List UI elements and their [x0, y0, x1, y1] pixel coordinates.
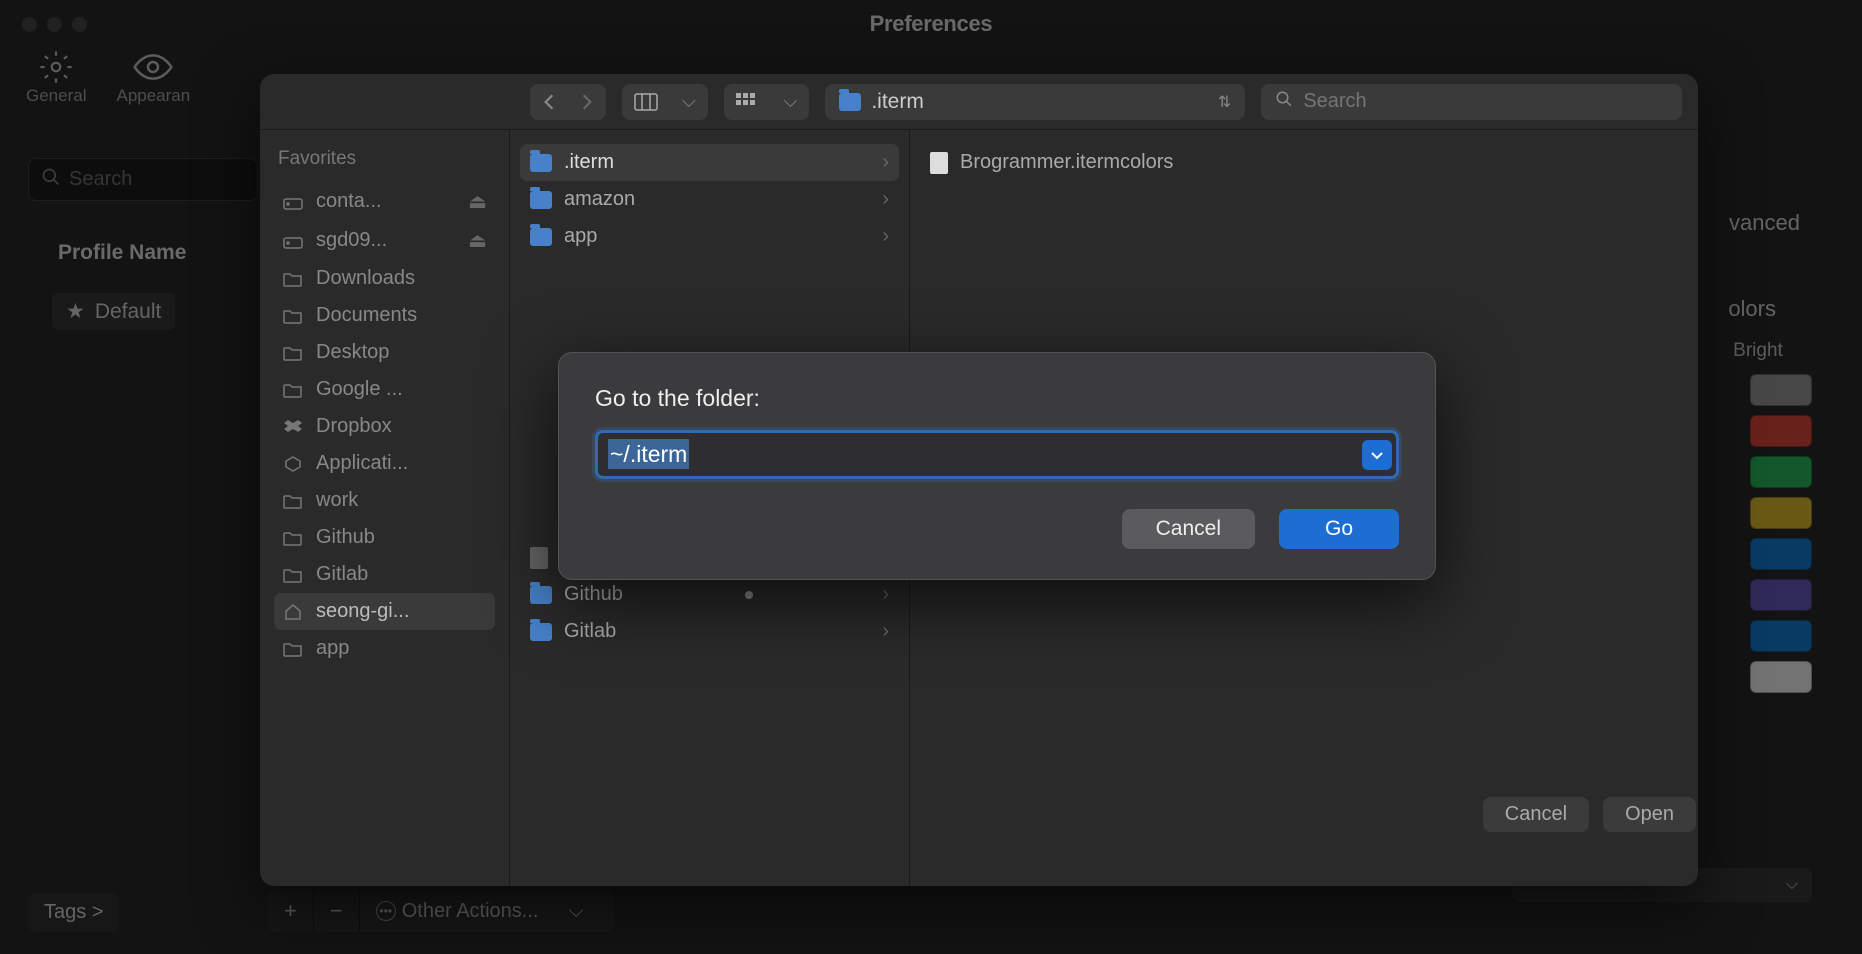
file-row[interactable]: app ›	[520, 218, 899, 255]
chevron-right-icon: ›	[882, 225, 889, 248]
chevron-down-icon: ⌵	[772, 85, 810, 118]
back-button[interactable]	[530, 87, 568, 117]
home-icon	[282, 602, 304, 622]
sidebar-favorite[interactable]: seong-gi...	[274, 593, 495, 630]
favorite-label: Gitlab	[316, 563, 368, 586]
sidebar-favorite[interactable]: Google ...	[274, 371, 495, 408]
favorite-label: conta...	[316, 190, 382, 213]
path-label: .iterm	[871, 90, 924, 114]
forward-button[interactable]	[568, 87, 606, 117]
favorite-label: Github	[316, 526, 375, 549]
goto-input-value[interactable]: ~/.iterm	[608, 439, 689, 469]
folder-icon	[282, 380, 304, 400]
favorites-header: Favorites	[274, 148, 495, 170]
apps-icon	[282, 454, 304, 474]
sidebar-favorite[interactable]: Dropbox	[274, 408, 495, 445]
eject-icon[interactable]: ⏏	[468, 189, 487, 214]
folder-icon	[282, 639, 304, 659]
folder-icon	[282, 528, 304, 548]
file-browser-search[interactable]	[1261, 84, 1682, 120]
file-search-input[interactable]	[1303, 90, 1668, 113]
file-row[interactable]: Brogrammer.itermcolors	[920, 144, 1688, 181]
goto-go-button[interactable]: Go	[1279, 509, 1399, 549]
file-row-label: Brogrammer.itermcolors	[960, 151, 1173, 174]
file-row[interactable]: .iterm ›	[520, 144, 899, 181]
folder-icon	[530, 586, 552, 604]
file-icon	[930, 152, 948, 174]
view-mode[interactable]: ⌵	[622, 84, 708, 120]
chevron-right-icon: ›	[882, 583, 889, 606]
favorite-label: sgd09...	[316, 229, 387, 252]
favorite-label: Dropbox	[316, 415, 392, 438]
sidebar-favorite[interactable]: app	[274, 630, 495, 667]
sidebar-favorite[interactable]: sgd09... ⏏	[274, 221, 495, 260]
chevron-right-icon: ›	[882, 620, 889, 643]
sidebar-favorite[interactable]: Gitlab	[274, 556, 495, 593]
sidebar-favorite[interactable]: Desktop	[274, 334, 495, 371]
favorite-label: Applicati...	[316, 452, 408, 475]
file-row-label: Github	[564, 583, 623, 606]
file-icon	[530, 547, 548, 569]
group-mode[interactable]: ⌵	[724, 84, 810, 120]
sidebar-favorite[interactable]: Github	[274, 519, 495, 556]
grid-icon	[724, 87, 772, 117]
chevron-right-icon: ›	[882, 151, 889, 174]
file-row-label: Gitlab	[564, 620, 616, 643]
sidebar-favorite[interactable]: Downloads	[274, 260, 495, 297]
file-row-label: amazon	[564, 188, 635, 211]
folder-icon	[282, 269, 304, 289]
favorite-label: Google ...	[316, 378, 403, 401]
file-dialog-buttons: Cancel Open	[1483, 797, 1696, 832]
folder-icon	[530, 191, 552, 209]
file-row-label: app	[564, 225, 597, 248]
file-row[interactable]: Gitlab ›	[520, 613, 899, 650]
file-row[interactable]: amazon ›	[520, 181, 899, 218]
file-browser-sidebar: Favorites conta... ⏏ sgd09... ⏏ Downloads Doc…	[260, 130, 510, 886]
favorite-label: app	[316, 637, 349, 660]
folder-icon	[282, 565, 304, 585]
folder-icon	[530, 154, 552, 172]
sidebar-favorite[interactable]: work	[274, 482, 495, 519]
folder-icon	[282, 491, 304, 511]
eject-icon[interactable]: ⏏	[468, 228, 487, 253]
goto-history-button[interactable]	[1362, 440, 1392, 470]
file-row[interactable]: Github ›	[520, 576, 899, 613]
updown-icon: ⇅	[1218, 92, 1231, 112]
goto-label: Go to the folder:	[595, 385, 1399, 412]
folder-icon	[839, 93, 861, 111]
file-browser-toolbar: ⌵ ⌵ .iterm ⇅	[260, 74, 1698, 130]
goto-buttons: Cancel Go	[595, 509, 1399, 549]
favorite-label: Desktop	[316, 341, 389, 364]
folder-icon	[282, 343, 304, 363]
favorite-label: Downloads	[316, 267, 415, 290]
path-selector[interactable]: .iterm ⇅	[825, 84, 1245, 120]
favorite-label: seong-gi...	[316, 600, 409, 623]
goto-cancel-button[interactable]: Cancel	[1122, 509, 1255, 549]
chevron-down-icon: ⌵	[670, 85, 708, 118]
file-row-label: .iterm	[564, 151, 614, 174]
favorite-label: Documents	[316, 304, 417, 327]
folder-icon	[530, 228, 552, 246]
drive-icon	[282, 192, 304, 212]
sidebar-favorite[interactable]: Applicati...	[274, 445, 495, 482]
folder-icon	[530, 623, 552, 641]
columns-view-icon	[622, 87, 670, 117]
goto-input-wrap[interactable]: ~/.iterm	[595, 430, 1399, 479]
search-icon	[1275, 90, 1293, 113]
sidebar-favorite[interactable]: conta... ⏏	[274, 182, 495, 221]
file-cancel-button[interactable]: Cancel	[1483, 797, 1589, 832]
drive-icon	[282, 231, 304, 251]
favorite-label: work	[316, 489, 358, 512]
file-open-button[interactable]: Open	[1603, 797, 1696, 832]
chevron-right-icon: ›	[882, 188, 889, 211]
nav-buttons	[530, 84, 606, 120]
folder-icon	[282, 306, 304, 326]
goto-folder-dialog: Go to the folder: ~/.iterm Cancel Go	[558, 352, 1436, 580]
sidebar-favorite[interactable]: Documents	[274, 297, 495, 334]
dropbox-icon	[282, 417, 304, 437]
